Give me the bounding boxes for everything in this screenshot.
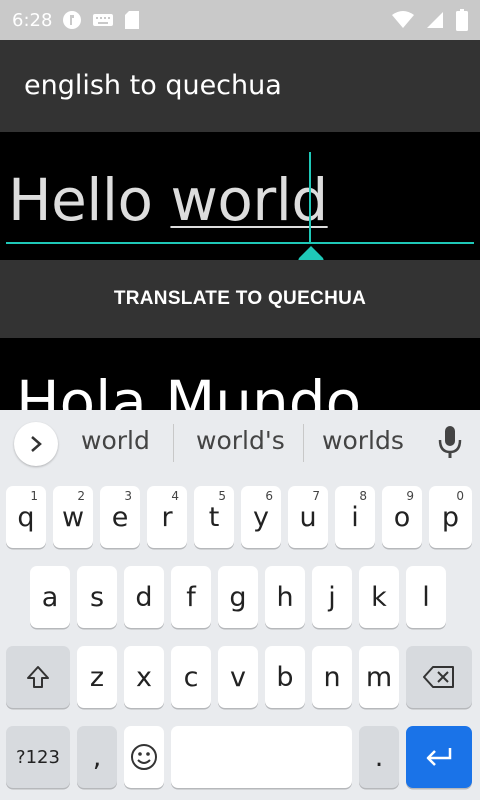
key-f[interactable]: f [171,566,211,628]
backspace-icon [423,666,454,688]
key-x[interactable]: x [124,646,164,708]
input-text: Hello world [8,166,328,234]
emoji-icon [131,744,157,770]
enter-key[interactable] [406,726,472,788]
chevron-right-icon [31,436,42,452]
shift-key[interactable] [6,646,70,708]
period-key[interactable]: . [359,726,399,788]
key-u[interactable]: u7 [288,486,328,548]
key-p[interactable]: p0 [429,486,472,548]
key-d[interactable]: d [124,566,164,628]
key-o[interactable]: o9 [382,486,422,548]
space-key[interactable] [171,726,352,788]
key-e[interactable]: e3 [100,486,140,548]
key-l[interactable]: l [406,566,446,628]
suggestion-expand-button[interactable] [14,422,58,466]
text-cursor [309,152,311,244]
battery-icon [456,9,468,31]
enter-icon [426,748,452,766]
status-system-icons [392,9,468,31]
app-screen: 6:28 english to quechua Hello world TRAN… [0,0,480,800]
key-n[interactable]: n [312,646,352,708]
output-text: Hola Mundo [16,368,362,410]
key-v[interactable]: v [218,646,258,708]
translation-output: Hola Mundo [0,340,480,410]
status-time: 6:28 [12,9,53,31]
status-bar: 6:28 [0,0,480,40]
key-r[interactable]: r4 [147,486,187,548]
input-text-plain: Hello [8,166,171,234]
key-c[interactable]: c [171,646,211,708]
suggestion-1[interactable]: world [81,426,150,455]
signal-icon [427,12,443,28]
key-i[interactable]: i8 [335,486,375,548]
key-m[interactable]: m [359,646,399,708]
app-title: english to quechua [24,70,282,101]
key-a[interactable]: a [30,566,70,628]
sd-card-icon [125,11,140,29]
soft-keyboard: world world's worlds q1 w2 e3 r4 t5 y6 u… [0,410,480,800]
backspace-key[interactable] [406,646,472,708]
comma-key[interactable]: , [77,726,117,788]
key-k[interactable]: k [359,566,399,628]
status-notification-icons [62,10,140,30]
translate-button[interactable]: TRANSLATE TO QUECHUA [0,260,480,338]
suggestion-divider [303,424,304,462]
symbols-key[interactable]: ?123 [6,726,70,788]
key-w[interactable]: w2 [53,486,93,548]
keyboard-notification-icon [93,14,114,26]
key-t[interactable]: t5 [194,486,234,548]
emoji-key[interactable] [124,726,164,788]
key-y[interactable]: y6 [241,486,281,548]
suggestion-bar: world world's worlds [0,410,480,476]
key-q[interactable]: q1 [6,486,46,548]
suggestion-divider [173,424,174,462]
key-b[interactable]: b [265,646,305,708]
app-notification-icon [63,11,82,29]
key-g[interactable]: g [218,566,258,628]
key-h[interactable]: h [265,566,305,628]
app-bar: english to quechua [0,40,480,132]
key-z[interactable]: z [77,646,117,708]
english-text-input[interactable]: Hello world [0,132,480,257]
shift-icon [27,666,49,688]
input-underline [6,242,474,244]
wifi-icon [392,11,414,28]
input-text-composing-word: world [170,166,328,234]
key-j[interactable]: j [312,566,352,628]
key-s[interactable]: s [77,566,117,628]
microphone-icon[interactable] [436,424,464,460]
suggestion-3[interactable]: worlds [322,426,404,455]
suggestion-2[interactable]: world's [196,426,285,455]
